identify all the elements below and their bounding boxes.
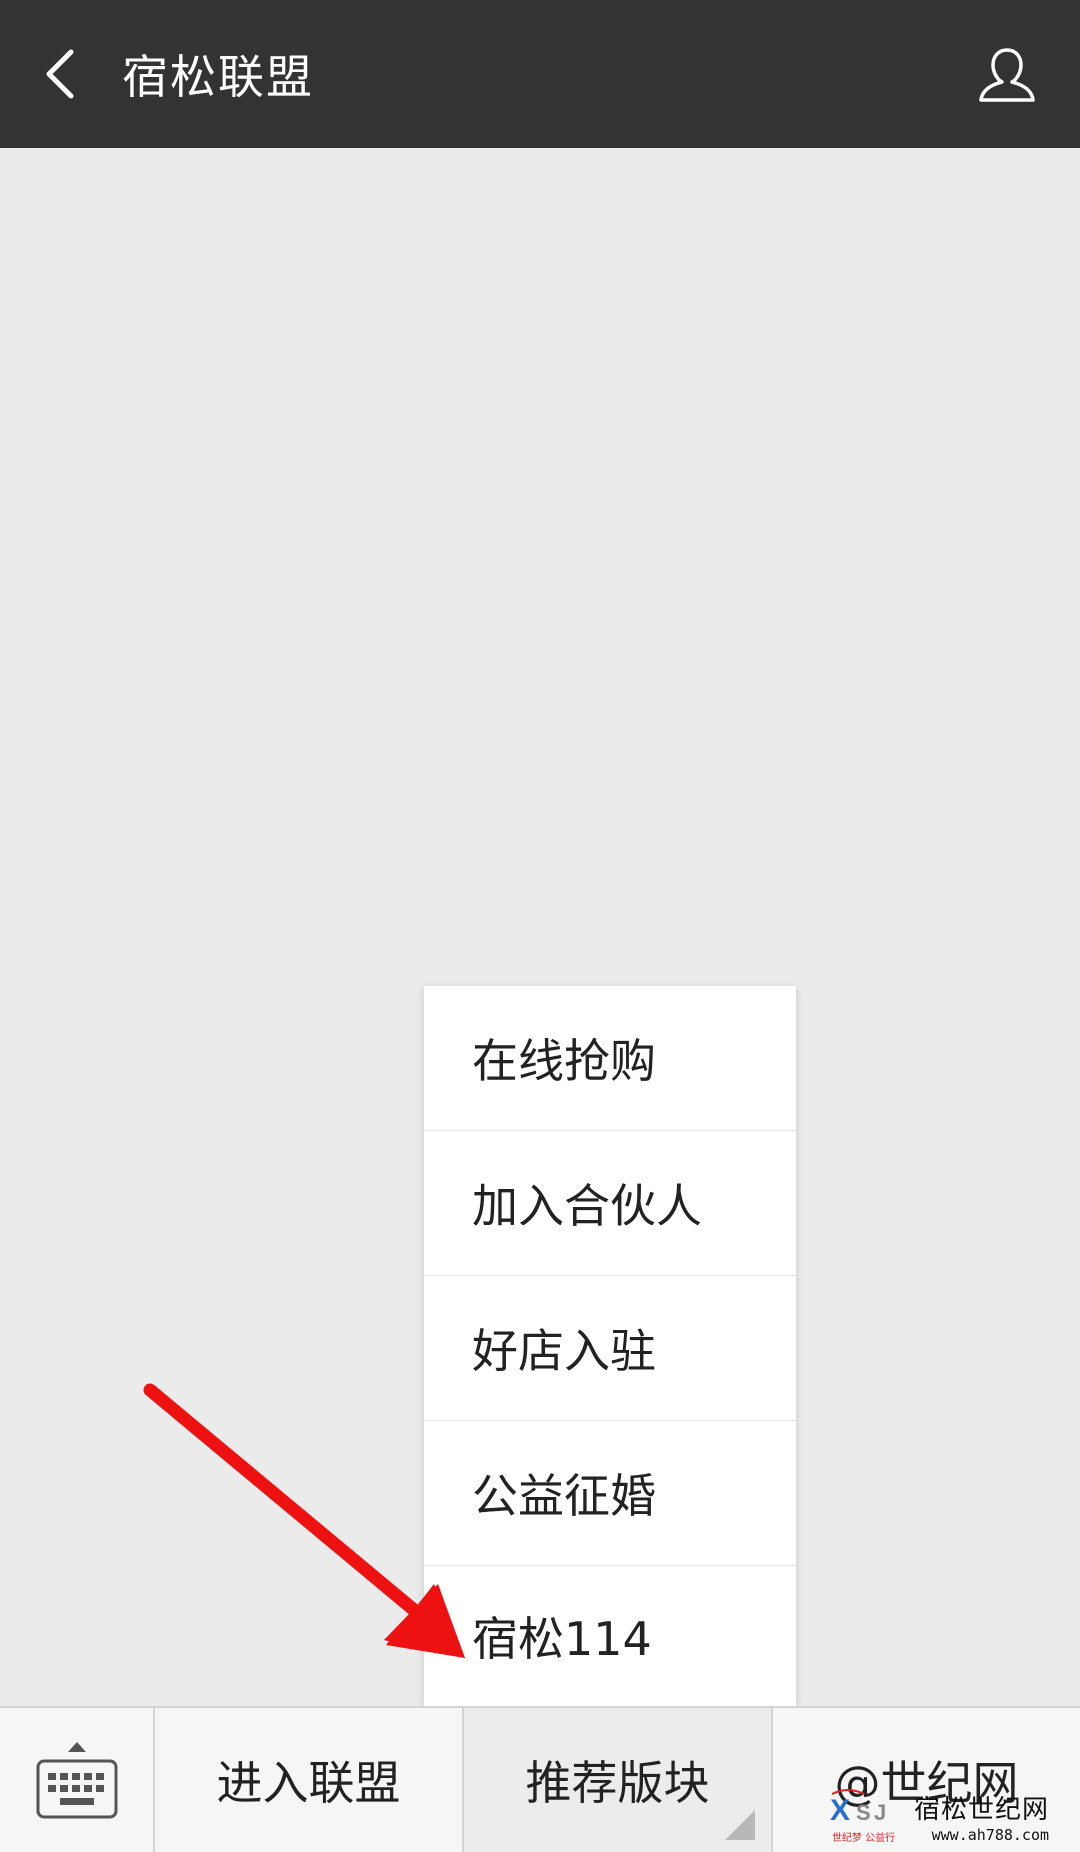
svg-text:S: S bbox=[856, 1800, 871, 1825]
watermark-site-name: 宿松世纪网 bbox=[914, 1795, 1050, 1825]
watermark-text: 宿松世纪网 www.ah788.com bbox=[914, 1789, 1049, 1844]
caret-up-icon bbox=[67, 1742, 86, 1752]
svg-text:X: X bbox=[830, 1794, 850, 1827]
keyboard-icon bbox=[36, 1759, 117, 1819]
logo-caption: 世纪梦 公益行 bbox=[832, 1833, 896, 1844]
tab-label: 推荐版块 bbox=[525, 1756, 710, 1810]
site-watermark: X S J 世纪梦 公益行 宿松世纪网 www.ah788.com bbox=[828, 1774, 1068, 1844]
watermark-url: www.ah788.com bbox=[931, 1826, 1050, 1844]
submenu-indicator-icon bbox=[725, 1810, 755, 1840]
menu-item-join-partner[interactable]: 加入合伙人 bbox=[424, 1131, 796, 1276]
page-title: 宿松联盟 bbox=[122, 50, 314, 104]
tab-label: 进入联盟 bbox=[216, 1756, 401, 1810]
profile-button[interactable] bbox=[972, 40, 1042, 110]
svg-text:J: J bbox=[874, 1800, 886, 1825]
logo-mark-icon: X S J bbox=[830, 1789, 886, 1827]
person-icon bbox=[979, 48, 1035, 102]
menu-item-charity-matchmaking[interactable]: 公益征婚 bbox=[424, 1421, 796, 1566]
top-header: 宿松联盟 bbox=[0, 0, 1080, 148]
menu-item-store-entry[interactable]: 好店入驻 bbox=[424, 1276, 796, 1421]
tab-enter-alliance[interactable]: 进入联盟 bbox=[155, 1708, 464, 1852]
back-button[interactable] bbox=[0, 0, 118, 148]
submenu-popup: 在线抢购 加入合伙人 好店入驻 公益征婚 宿松114 bbox=[424, 986, 796, 1706]
chevron-left-icon bbox=[46, 49, 74, 99]
wechat-official-account-screen: 宿松联盟 在线抢购 加入合伙人 好店入驻 公益征婚 宿松114 进入联盟 推荐版… bbox=[0, 0, 1080, 1852]
tab-recommended-sections[interactable]: 推荐版块 bbox=[464, 1708, 773, 1852]
menu-item-susong-114[interactable]: 宿松114 bbox=[424, 1566, 796, 1706]
menu-item-online-purchase[interactable]: 在线抢购 bbox=[424, 986, 796, 1131]
keyboard-toggle-button[interactable] bbox=[0, 1708, 155, 1852]
xsj-logo: X S J 世纪梦 公益行 bbox=[828, 1784, 908, 1844]
